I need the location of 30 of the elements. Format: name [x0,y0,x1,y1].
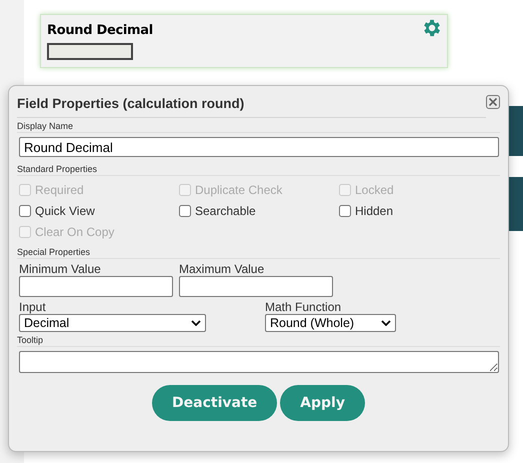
caret-icon [191,320,201,326]
panel-edge [508,177,523,231]
checkbox-label[interactable]: Searchable [195,204,256,218]
checkbox[interactable] [19,205,31,217]
minimum-value-field[interactable] [19,276,173,297]
checkbox[interactable] [339,205,351,217]
checkbox-label[interactable]: Quick View [35,204,95,218]
math-function-dropdown[interactable]: Round (Whole) [265,314,396,332]
deactivate-button[interactable]: Deactivate [152,385,278,421]
section-heading: Tooltip [17,332,500,347]
checkbox[interactable] [179,205,191,217]
field-label: Minimum Value [19,262,102,276]
field-label: Input [19,300,47,314]
dialog-title: Field Properties (calculation round) [17,96,244,111]
tooltip-field[interactable] [19,351,499,373]
caret-icon [381,320,391,326]
close-icon[interactable] [486,95,500,109]
display-name-field[interactable]: Round Decimal [19,137,499,157]
checkbox-label[interactable]: Hidden [355,204,394,218]
field-label: Round Decimal [47,23,153,38]
section-heading: Special Properties [17,244,500,259]
input-dropdown[interactable]: Decimal [19,314,206,332]
input-field[interactable] [47,43,133,60]
maximum-value-field[interactable] [179,276,333,297]
field-label: Maximum Value [179,262,266,276]
panel-edge [508,106,523,156]
section-heading: Display Name [17,118,500,133]
section-heading: Standard Properties [17,161,500,176]
apply-button[interactable]: Apply [280,385,365,421]
field-label: Math Function [265,300,342,314]
